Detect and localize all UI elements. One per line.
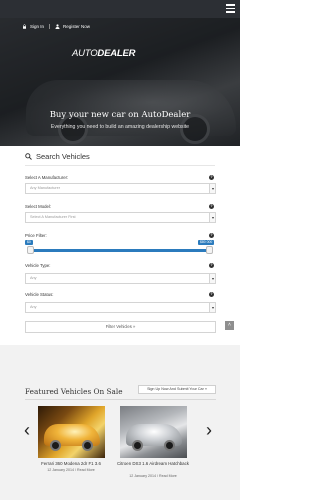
help-icon[interactable]: ? xyxy=(209,175,214,180)
price-slider-min-handle[interactable] xyxy=(27,246,34,254)
car-wheel xyxy=(132,440,143,451)
meta-separator: / xyxy=(75,468,76,472)
top-bar xyxy=(0,0,240,18)
car-title-link[interactable]: Citroen DS3 1.6 Airdream Hatchback xyxy=(112,461,194,467)
car-title-link[interactable]: Ferrari 360 Modena 2dr F1 3.6 xyxy=(30,461,112,467)
chevron-down-icon xyxy=(209,303,215,312)
register-link[interactable]: Register Now xyxy=(63,24,90,29)
manufacturer-label: Select A Manufacturer: xyxy=(25,175,69,180)
manufacturer-select[interactable]: Any Manufacturer xyxy=(25,183,216,194)
car-meta: 12 January 2014 / Read More xyxy=(112,474,194,478)
price-slider-max-handle[interactable] xyxy=(206,246,213,254)
car-date: 12 January 2014 xyxy=(47,468,74,472)
hero-title: Buy your new car on AutoDealer xyxy=(49,110,191,120)
model-value: Select A Manufacturer First xyxy=(30,215,76,219)
chevron-down-icon xyxy=(209,213,215,222)
read-more-link[interactable]: Read More xyxy=(159,474,177,478)
read-more-link[interactable]: Read More xyxy=(77,468,95,472)
search-icon xyxy=(25,153,32,160)
vehicle-type-select[interactable]: Any xyxy=(25,273,216,284)
vehicle-type-value: Any xyxy=(30,276,37,280)
search-title: Search Vehicles xyxy=(36,152,90,161)
search-divider xyxy=(25,165,215,166)
chevron-down-icon xyxy=(209,274,215,283)
price-label: Price Filter: xyxy=(25,233,47,238)
vehicle-type-label: Vehicle Type: xyxy=(25,263,51,268)
featured-divider xyxy=(25,399,216,400)
manufacturer-value: Any Manufacturer xyxy=(30,186,60,190)
search-heading: Search Vehicles xyxy=(25,152,90,161)
car-image[interactable] xyxy=(120,406,187,458)
hero-banner: Sign In Register Now AUTODEALER Buy your… xyxy=(0,18,240,146)
chevron-down-icon xyxy=(209,184,215,193)
sign-in-link[interactable]: Sign In xyxy=(30,24,44,29)
vehicle-status-value: Any xyxy=(30,305,37,309)
help-icon[interactable]: ? xyxy=(209,263,214,268)
meta-separator: / xyxy=(157,474,158,478)
carousel-prev-button[interactable]: ‹ xyxy=(24,420,30,440)
submit-car-button[interactable]: Sign Up Now And Submit Your Car » xyxy=(138,385,216,394)
vehicle-status-select[interactable]: Any xyxy=(25,302,216,313)
model-label: Select Model: xyxy=(25,204,52,209)
carousel-next-button[interactable]: › xyxy=(206,420,212,440)
auth-links: Sign In Register Now xyxy=(22,24,90,29)
logo-light-text: AUTO xyxy=(72,48,98,59)
help-icon[interactable]: ? xyxy=(209,292,214,297)
lock-icon xyxy=(23,24,26,29)
help-icon[interactable]: ? xyxy=(209,204,214,209)
divider xyxy=(49,24,51,29)
featured-title: Featured Vehicles On Sale xyxy=(25,387,123,396)
price-max-tag: $80 000 xyxy=(198,240,215,245)
scroll-to-top-button[interactable]: ˄ xyxy=(225,321,234,330)
car-meta: 12 January 2014 / Read More xyxy=(30,468,112,472)
hero-subtitle: Everything you need to build an amazing … xyxy=(50,124,190,130)
model-select[interactable]: Select A Manufacturer First xyxy=(25,212,216,223)
car-wheel xyxy=(164,440,175,451)
car-date: 12 January 2014 xyxy=(129,474,156,478)
filter-vehicles-button[interactable]: Filter Vehicles » xyxy=(25,321,216,333)
logo-bold-text: DEALER xyxy=(97,48,136,59)
car-wheel xyxy=(82,440,93,451)
price-slider-track[interactable] xyxy=(27,249,213,252)
menu-icon[interactable] xyxy=(226,4,235,13)
site-logo[interactable]: AUTODEALER xyxy=(72,48,135,59)
vehicle-status-label: Vehicle Status: xyxy=(25,292,54,297)
user-icon xyxy=(55,24,60,29)
help-icon[interactable]: ? xyxy=(209,233,214,238)
price-min-tag: $0 xyxy=(25,240,33,245)
car-wheel xyxy=(50,440,61,451)
car-image[interactable] xyxy=(38,406,105,458)
